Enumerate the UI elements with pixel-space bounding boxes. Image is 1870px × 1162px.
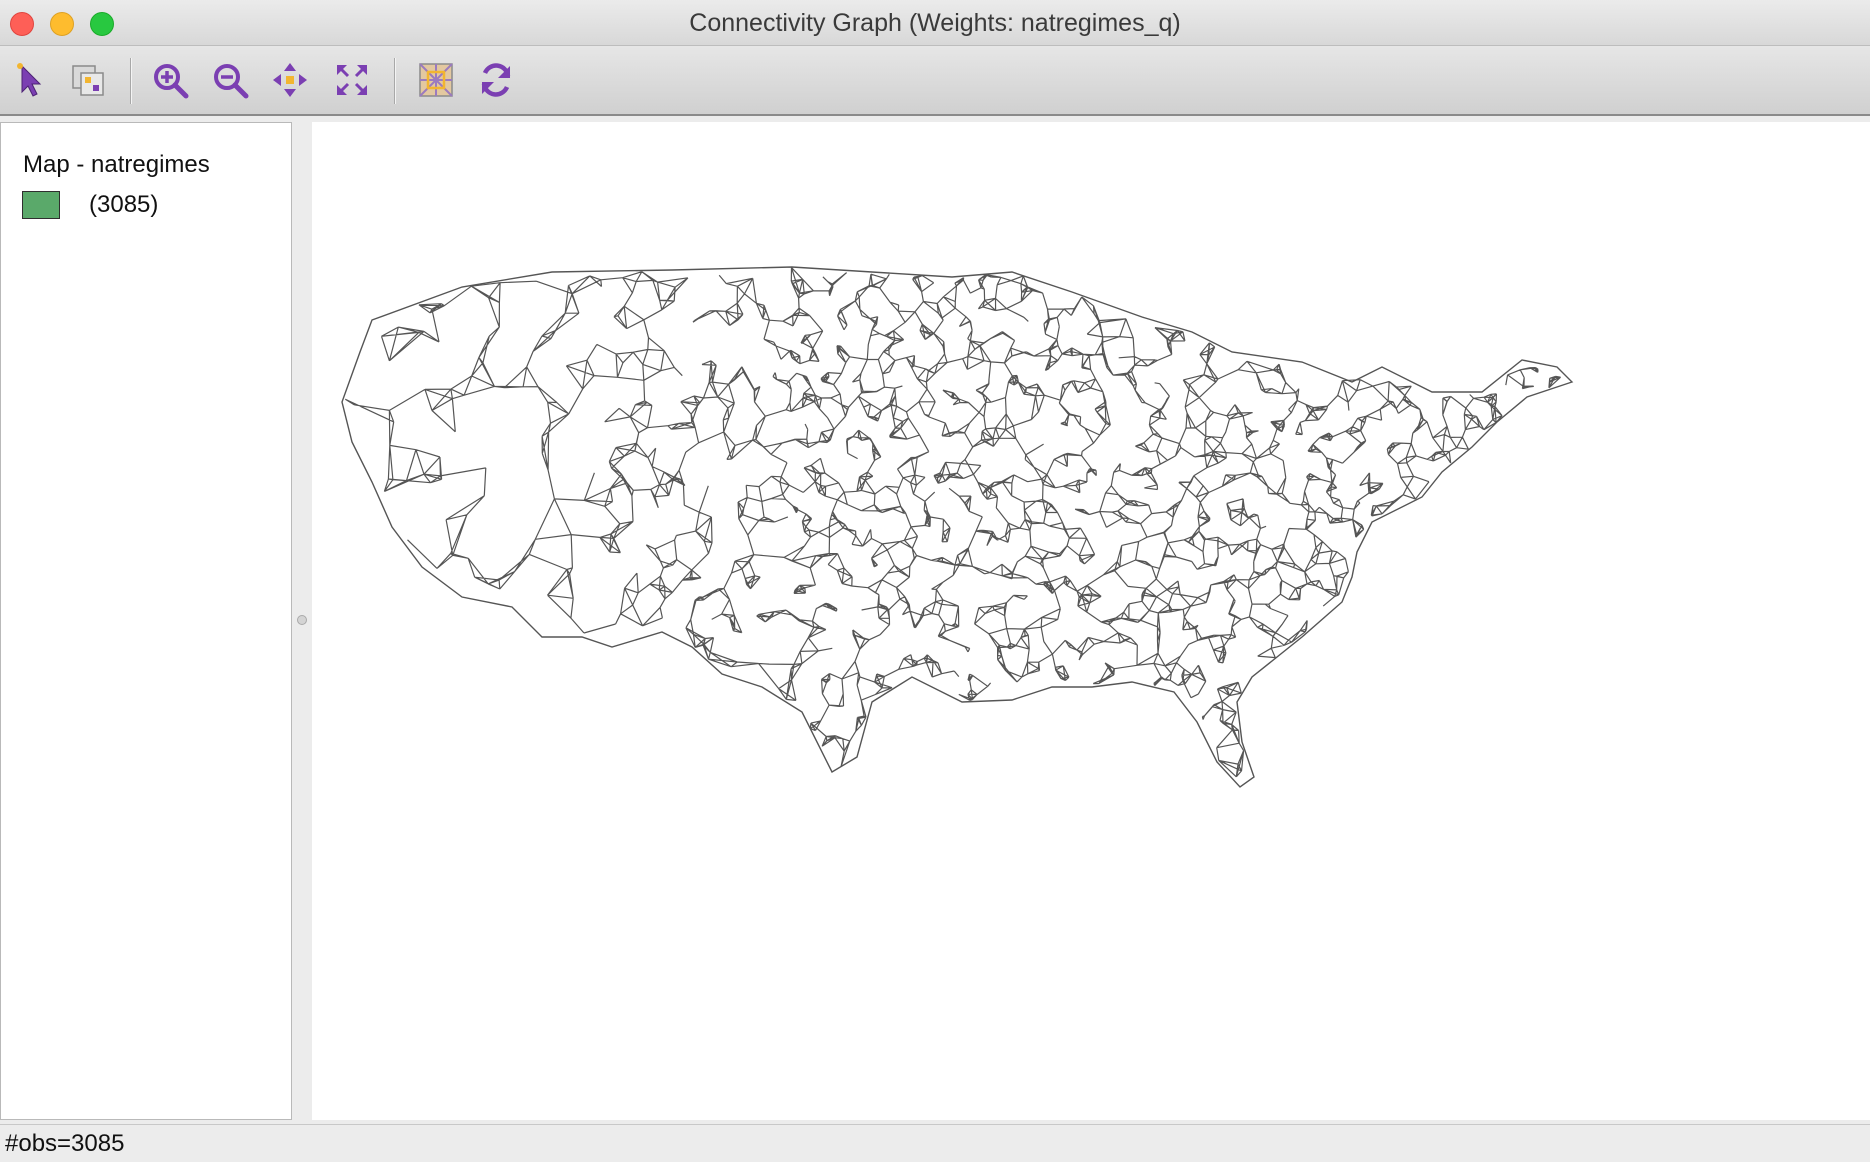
- zoom-out-button[interactable]: [208, 58, 252, 102]
- splitter-handle[interactable]: [297, 615, 307, 625]
- toolbar-separator: [130, 58, 131, 104]
- refresh-icon: [481, 63, 511, 97]
- title-bar: Connectivity Graph (Weights: natregimes_…: [0, 0, 1870, 46]
- legend-swatch[interactable]: [22, 191, 60, 219]
- refresh-button[interactable]: [474, 58, 518, 102]
- select-tool-button[interactable]: [8, 58, 52, 102]
- map-toggle-button[interactable]: [414, 58, 458, 102]
- status-text: #obs=3085: [5, 1130, 125, 1157]
- map-canvas[interactable]: [312, 122, 1870, 1120]
- legend-panel: Map - natregimes (3085): [0, 122, 292, 1120]
- arrow-pointer-icon: [17, 63, 42, 97]
- status-bar: #obs=3085: [0, 1124, 1870, 1162]
- graph-edge-lines: [344, 267, 1562, 778]
- copy-selection-icon: [72, 65, 104, 96]
- zoom-in-button[interactable]: [148, 58, 192, 102]
- window-title: Connectivity Graph (Weights: natregimes_…: [689, 9, 1181, 37]
- graph-edges: [341, 266, 1574, 788]
- pan-arrows-icon: [273, 63, 307, 97]
- map-toggle-icon: [419, 63, 453, 97]
- zoom-out-icon: [214, 64, 249, 99]
- expand-icon: [337, 65, 367, 95]
- toolbar-separator: [394, 58, 395, 104]
- selection-copy-button[interactable]: [66, 58, 110, 102]
- graph-outline: [341, 266, 1574, 788]
- toolbar: [0, 46, 1870, 116]
- pan-button[interactable]: [268, 58, 312, 102]
- fit-to-window-button[interactable]: [330, 58, 374, 102]
- zoom-in-icon: [154, 64, 189, 99]
- legend-title: Map - natregimes: [23, 151, 210, 178]
- legend-item-label: (3085): [89, 191, 159, 218]
- connectivity-graph: [341, 266, 1574, 788]
- panel-splitter[interactable]: [294, 122, 310, 1120]
